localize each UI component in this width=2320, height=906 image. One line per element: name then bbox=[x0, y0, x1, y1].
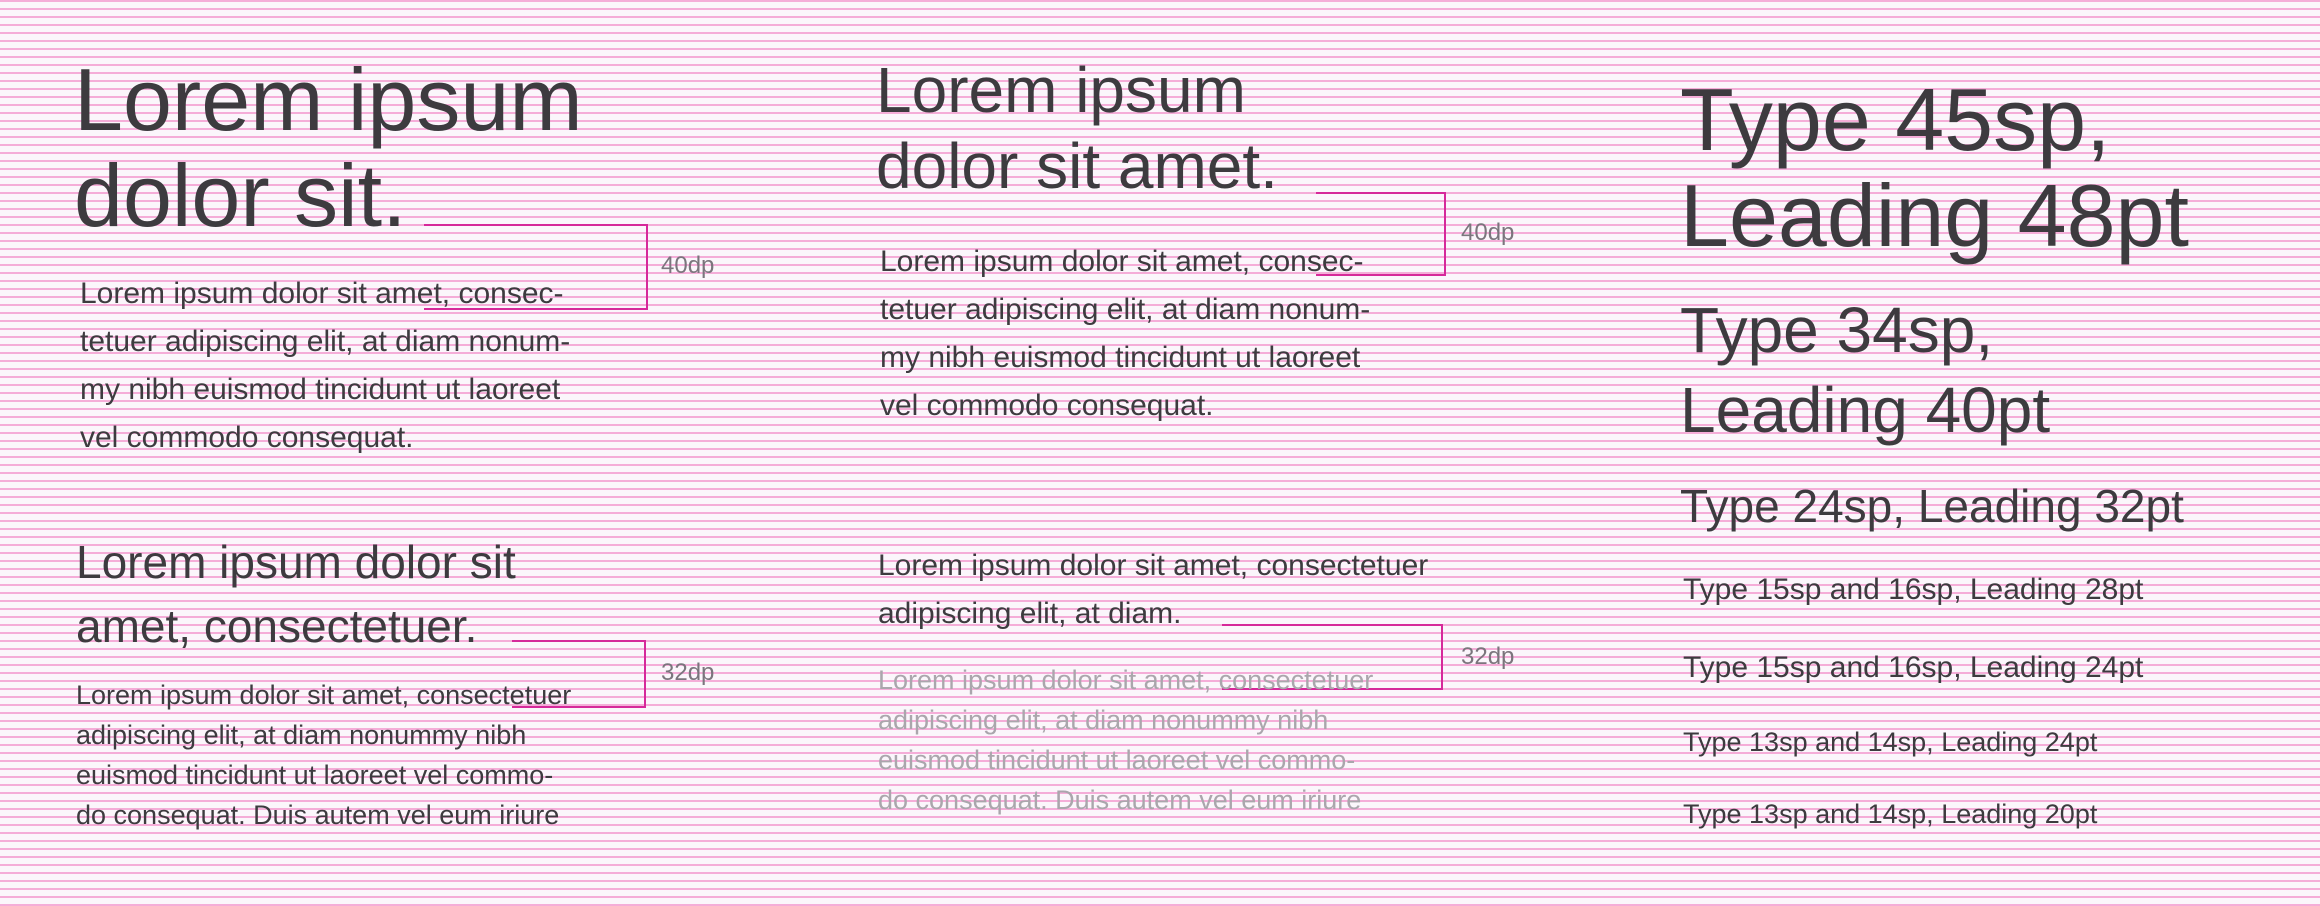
col1-body-b-line4: do consequat. Duis autem vel eum iriure bbox=[76, 800, 560, 830]
col2-body-b-line3: euismod tincidunt ut laoreet vel commo- bbox=[878, 745, 1356, 775]
col1-heading-medium: Lorem ipsum dolor sit amet, consectetuer… bbox=[76, 530, 516, 658]
col1-heading-large-line1: Lorem ipsum bbox=[74, 50, 583, 149]
col2-heading-large-line1: Lorem ipsum bbox=[876, 54, 1246, 126]
type-14sp-leading-24-sample: Type 13sp and 14sp, Leading 24pt bbox=[1683, 727, 2098, 757]
col1-body-a-line4: vel commodo consequat. bbox=[80, 421, 414, 454]
col1-spacing-label-b: 32dp bbox=[661, 659, 715, 686]
type-34sp-line1: Type 34sp, bbox=[1680, 294, 1994, 366]
col1-body-b-line3: euismod tincidunt ut laoreet vel commo- bbox=[76, 760, 554, 790]
col1-body-b-line1: Lorem ipsum dolor sit amet, consectetuer bbox=[76, 680, 572, 710]
col1-body-a-line3: my nibh euismod tincidunt ut laoreet bbox=[80, 373, 561, 406]
col1-body-a-line1: Lorem ipsum dolor sit amet, consec- bbox=[80, 277, 564, 310]
col1-heading-medium-line1: Lorem ipsum dolor sit bbox=[76, 536, 516, 588]
col2-heading-large-line2: dolor sit amet. bbox=[876, 130, 1278, 202]
col1-body-a-line2: tetuer adipiscing elit, at diam nonum- bbox=[80, 325, 571, 358]
col2-body-a-line2: tetuer adipiscing elit, at diam nonum- bbox=[880, 293, 1371, 326]
col2-body-a: Lorem ipsum dolor sit amet, consec- tetu… bbox=[880, 238, 1370, 430]
col2-heading-large: Lorem ipsum dolor sit amet. bbox=[876, 52, 1278, 204]
type-24sp-sample: Type 24sp, Leading 32pt bbox=[1680, 480, 2184, 532]
col1-spacing-label-a: 40dp bbox=[661, 252, 715, 279]
col2-body-b-line2: adipiscing elit, at diam nonummy nibh bbox=[878, 705, 1329, 735]
col1-body-a: Lorem ipsum dolor sit amet, consec- tetu… bbox=[80, 270, 570, 462]
type-45sp-line1: Type 45sp, bbox=[1680, 70, 2111, 169]
type-34sp-sample: Type 34sp, Leading 40pt bbox=[1680, 290, 2050, 450]
col2-spacing-label-a: 40dp bbox=[1461, 219, 1515, 246]
col2-spacing-label-b: 32dp bbox=[1461, 643, 1515, 670]
col2-body-a-line3: my nibh euismod tincidunt ut laoreet bbox=[880, 341, 1361, 374]
col2-body-b-muted: Lorem ipsum dolor sit amet, consectetuer… bbox=[878, 660, 1373, 820]
type-14sp-leading-20-sample: Type 13sp and 14sp, Leading 20pt bbox=[1683, 799, 2098, 829]
col2-body-b-line1: Lorem ipsum dolor sit amet, consectetuer bbox=[878, 665, 1374, 695]
col2-body-a-line4: vel commodo consequat. bbox=[880, 389, 1214, 422]
type-16sp-leading-24-sample: Type 15sp and 16sp, Leading 24pt bbox=[1683, 651, 2144, 684]
col2-body-a-line1: Lorem ipsum dolor sit amet, consec- bbox=[880, 245, 1364, 278]
col1-body-b: Lorem ipsum dolor sit amet, consectetuer… bbox=[76, 675, 571, 835]
col2-heading-medium-line1: Lorem ipsum dolor sit amet, consectetuer bbox=[878, 549, 1429, 582]
col2-body-b-line4: do consequat. Duis autem vel eum iriure bbox=[878, 785, 1362, 815]
col1-body-b-line2: adipiscing elit, at diam nonummy nibh bbox=[76, 720, 527, 750]
col1-heading-medium-line2: amet, consectetuer. bbox=[76, 600, 478, 652]
type-16sp-leading-28-sample: Type 15sp and 16sp, Leading 28pt bbox=[1683, 573, 2144, 606]
type-45sp-line2: Leading 48pt bbox=[1680, 166, 2189, 265]
type-34sp-line2: Leading 40pt bbox=[1680, 374, 2051, 446]
col1-heading-large: Lorem ipsum dolor sit. bbox=[74, 52, 583, 244]
type-45sp-sample: Type 45sp, Leading 48pt bbox=[1680, 72, 2189, 264]
